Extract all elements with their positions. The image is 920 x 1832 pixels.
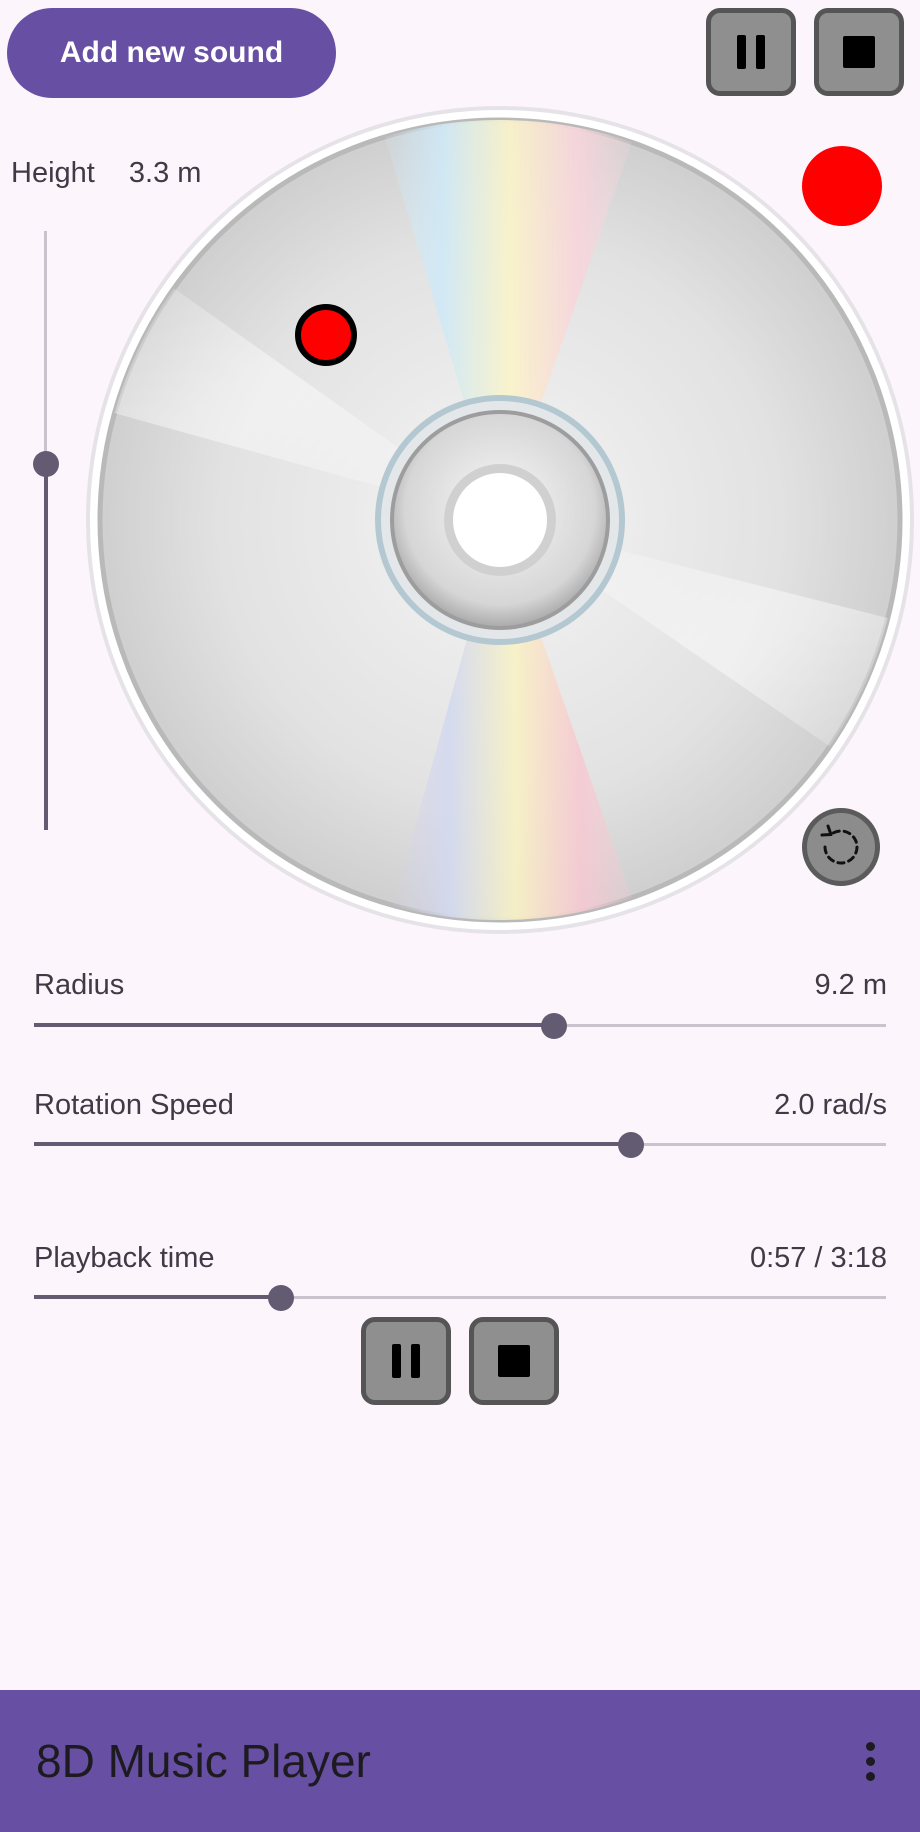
- rotation-speed-label: Rotation Speed: [34, 1089, 234, 1121]
- playback-slider-thumb[interactable]: [268, 1285, 294, 1311]
- app-title: 8D Music Player: [36, 1735, 371, 1787]
- playback-time-value: 0:57 / 3:18: [749, 1242, 887, 1274]
- playback-pause-button[interactable]: [361, 1317, 451, 1405]
- more-vert-icon-dot: [866, 1757, 875, 1766]
- pause-icon: [392, 1344, 420, 1378]
- height-slider-track-active: [44, 463, 48, 830]
- height-slider-track-inactive: [44, 231, 47, 463]
- cd-disc-canvas[interactable]: [85, 105, 915, 935]
- reset-rotation-button[interactable]: [802, 808, 880, 886]
- pause-icon: [737, 35, 765, 69]
- radius-slider-track-active: [34, 1023, 554, 1027]
- radius-label: Radius: [34, 969, 125, 1001]
- rotation-speed-value: 2.0 rad/s: [774, 1089, 887, 1121]
- radius-slider[interactable]: [34, 1010, 886, 1042]
- rotation-speed-slider[interactable]: [34, 1129, 886, 1161]
- stop-icon: [498, 1345, 530, 1377]
- more-options-button[interactable]: [855, 1740, 887, 1784]
- playback-slider-track-active: [34, 1295, 281, 1299]
- sound-source-marker[interactable]: [295, 304, 357, 366]
- radius-value: 9.2 m: [814, 969, 887, 1001]
- listener-indicator-dot: [802, 146, 882, 226]
- height-slider[interactable]: [20, 228, 72, 833]
- more-vert-icon: [866, 1742, 875, 1751]
- top-stop-button[interactable]: [814, 8, 904, 96]
- rotation-speed-slider-thumb[interactable]: [618, 1132, 644, 1158]
- radius-slider-thumb[interactable]: [541, 1013, 567, 1039]
- playback-stop-button[interactable]: [469, 1317, 559, 1405]
- playback-slider[interactable]: [34, 1282, 886, 1314]
- add-new-sound-button[interactable]: Add new sound: [7, 8, 336, 98]
- stop-icon: [843, 36, 875, 68]
- rotation-speed-slider-track-active: [34, 1142, 631, 1146]
- top-pause-button[interactable]: [706, 8, 796, 96]
- height-label-text: Height: [11, 157, 95, 189]
- height-slider-thumb[interactable]: [33, 451, 59, 477]
- playback-time-label: Playback time: [34, 1242, 215, 1274]
- reset-rotation-icon: [820, 824, 859, 865]
- more-vert-icon-dot: [866, 1772, 875, 1781]
